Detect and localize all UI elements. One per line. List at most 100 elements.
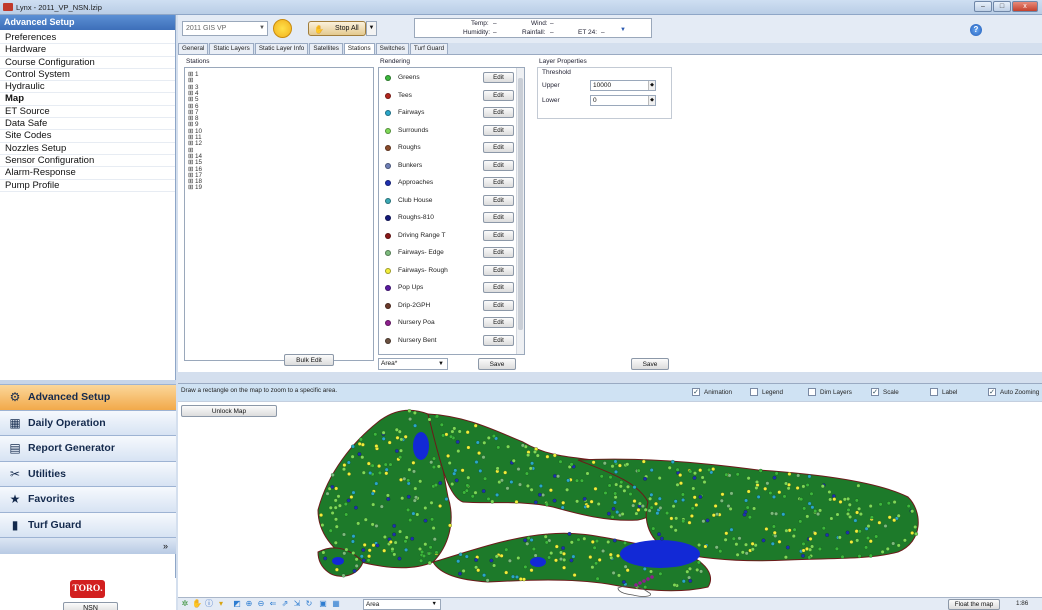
edit-button[interactable]: Edit [483, 194, 514, 206]
marker-icon[interactable]: ▾ [216, 599, 226, 609]
stations-tree[interactable]: ⊞ 1 ⊞ ⊞ 3 ⊞ 4 ⊞ 5 ⊞ 6 ⊞ 7 ⊞ 8 ⊞ 9 ⊞ 10 ⊞ 11 ⊞ 12 ⊞ … [184, 67, 374, 361]
checkbox-label[interactable]: Label [930, 388, 957, 396]
spin-icon[interactable]: ◆ [648, 81, 655, 90]
checkbox-icon[interactable] [930, 388, 938, 396]
nav-item-alarm-response[interactable]: Alarm-Response [0, 167, 175, 180]
nav-item-et-source[interactable]: ET Source [0, 106, 175, 119]
maximize-button[interactable]: □ [993, 1, 1011, 12]
float-map-button[interactable]: Float the map [948, 599, 1000, 610]
module-button-favorites[interactable]: ★ Favorites [0, 486, 176, 512]
bulk-edit-button[interactable]: Bulk Edit [284, 354, 334, 366]
edit-button[interactable]: Edit [483, 159, 514, 171]
nav-item-hydraulic[interactable]: Hydraulic [0, 81, 175, 94]
checkbox-icon[interactable] [750, 388, 758, 396]
nav-item-data-safe[interactable]: Data Safe [0, 118, 175, 131]
status-area-select[interactable]: Area ▼ [363, 599, 441, 610]
chevron-more-icon[interactable]: » [0, 537, 176, 554]
sprinkler-head [390, 547, 395, 552]
edit-button[interactable]: Edit [483, 334, 514, 346]
gis-select[interactable]: 2011 GIS VP ▼ [182, 21, 268, 36]
edit-button[interactable]: Edit [483, 299, 514, 311]
nav-item-preferences[interactable]: Preferences [0, 32, 175, 45]
move-icon[interactable]: ⇲ [292, 599, 302, 609]
tab-static-layers[interactable]: Static Layers [209, 43, 254, 54]
upper-input[interactable]: 10000 ◆ [590, 80, 656, 91]
module-button-advanced-setup[interactable]: ⚙ Advanced Setup [0, 384, 176, 410]
edit-button[interactable]: Edit [483, 107, 514, 118]
module-button-daily-operation[interactable]: ▦ Daily Operation [0, 409, 176, 435]
module-button-turf-guard[interactable]: ▮ Turf Guard [0, 511, 176, 537]
sun-weather-icon[interactable] [273, 19, 292, 38]
checkbox-scale[interactable]: ✓ Scale [871, 388, 899, 396]
checkbox-dim-layers[interactable]: Dim Layers [808, 388, 852, 396]
nsn-button[interactable]: NSN [63, 602, 118, 610]
nav-item-site-codes[interactable]: Site Codes [0, 130, 175, 143]
temp-label: Temp: [471, 20, 489, 27]
station-node[interactable]: ⊞ 19 [188, 184, 202, 191]
tab-switches[interactable]: Switches [375, 43, 409, 54]
edit-button[interactable]: Edit [483, 72, 514, 83]
nav-item-hardware[interactable]: Hardware [0, 44, 175, 57]
edit-button[interactable]: Edit [483, 142, 514, 153]
select-icon[interactable]: ⇗ [280, 599, 290, 609]
edit-button[interactable]: Edit [483, 89, 514, 101]
close-button[interactable]: x [1012, 1, 1038, 12]
edit-button[interactable]: Edit [483, 229, 514, 241]
pan-hand-icon[interactable]: ✋ [192, 599, 202, 609]
expand-icon[interactable]: ⊞ [188, 184, 195, 191]
rendering-scrollbar[interactable] [516, 68, 524, 354]
course-map[interactable] [178, 402, 1042, 597]
checkbox-icon[interactable]: ✓ [988, 388, 996, 396]
lower-input[interactable]: 0 ◆ [590, 95, 656, 106]
unlock-map-button[interactable]: Unlock Map [181, 405, 277, 417]
checkbox-legend[interactable]: Legend [750, 388, 783, 396]
info-icon[interactable]: ⓘ [204, 599, 214, 609]
tab-turf-guard[interactable]: Turf Guard [409, 43, 449, 54]
layer-save-button[interactable]: Save [631, 358, 669, 370]
help-icon[interactable]: ? [970, 24, 982, 36]
module-label: Utilities [28, 467, 66, 480]
stop-all-button[interactable]: ✋ Stop All [308, 21, 366, 36]
spin-icon[interactable]: ◆ [648, 96, 655, 105]
scrollbar-thumb[interactable] [518, 78, 523, 330]
weather-panel[interactable]: Temp: – Wind: – Humidity: – Rainfall: – … [414, 18, 652, 38]
checkbox-icon[interactable]: ✓ [692, 388, 700, 396]
module-button-report-generator[interactable]: ▤ Report Generator [0, 435, 176, 461]
nav-item-course-configuration[interactable]: Course Configuration [0, 57, 175, 69]
checkbox-animation[interactable]: ✓ Animation [692, 388, 732, 396]
edit-button[interactable]: Edit [483, 212, 514, 223]
refresh-icon[interactable]: ▣ [318, 599, 328, 609]
grid-icon[interactable]: ▦ [331, 599, 341, 609]
back-arrow-icon[interactable]: ⇐ [268, 599, 278, 609]
edit-button[interactable]: Edit [483, 264, 514, 276]
rendering-area-select[interactable]: Area* ▼ [378, 358, 448, 370]
nav-item-pump-profile[interactable]: Pump Profile [0, 180, 175, 192]
edit-button[interactable]: Edit [483, 177, 514, 188]
nav-item-nozzles-setup[interactable]: Nozzles Setup [0, 143, 175, 155]
rendering-save-button[interactable]: Save [478, 358, 516, 370]
chevron-down-icon[interactable]: ▼ [620, 27, 626, 33]
nav-item-control-system[interactable]: Control System [0, 69, 175, 82]
checkbox-auto-zooming[interactable]: ✓ Auto Zooming [988, 388, 1039, 396]
edit-button[interactable]: Edit [483, 124, 514, 136]
checkbox-icon[interactable] [808, 388, 816, 396]
edit-button[interactable]: Edit [483, 247, 514, 258]
tab-static-layer-info[interactable]: Static Layer Info [254, 43, 309, 54]
zoom-in-icon[interactable]: ⊕ [244, 599, 254, 609]
nav-item-sensor-configuration[interactable]: Sensor Configuration [0, 155, 175, 168]
edit-button[interactable]: Edit [483, 317, 514, 328]
nav-item-map[interactable]: Map [0, 93, 175, 106]
layers-icon[interactable]: ✲ [180, 599, 190, 609]
tab-general[interactable]: General [178, 43, 209, 54]
zoom-out-icon[interactable]: ⊖ [256, 599, 266, 609]
tab-satellites[interactable]: Satellites [309, 43, 343, 54]
rotate-icon[interactable]: ↻ [304, 599, 314, 609]
edit-button[interactable]: Edit [483, 282, 514, 293]
tab-stations[interactable]: Stations [343, 43, 375, 54]
checkbox-icon[interactable]: ✓ [871, 388, 879, 396]
minimize-button[interactable]: – [974, 1, 992, 12]
map-view-icon[interactable]: ◩ [232, 599, 242, 609]
module-button-utilities[interactable]: ✂ Utilities [0, 460, 176, 486]
map-canvas[interactable]: Unlock Map [178, 401, 1042, 597]
stop-all-dropdown[interactable]: ▼ [366, 21, 377, 36]
